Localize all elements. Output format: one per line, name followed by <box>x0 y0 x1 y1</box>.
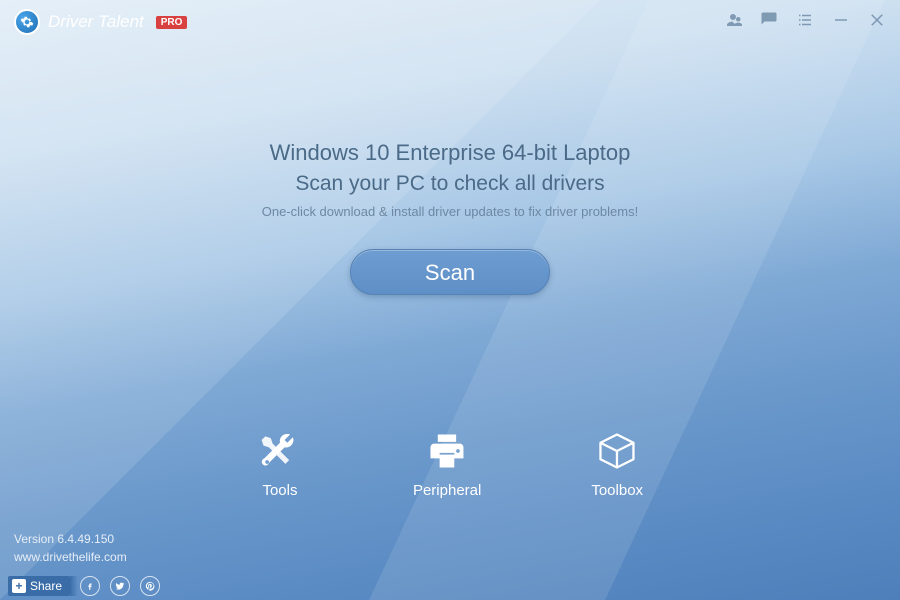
app-logo-group: Driver Talent PRO <box>14 9 187 35</box>
footer-info: Version 6.4.49.150 www.drivethelife.com <box>14 530 127 566</box>
nav-tools[interactable]: Tools <box>257 428 303 500</box>
close-icon[interactable] <box>868 11 886 34</box>
bottom-nav: Tools Peripheral Toolbox <box>257 428 643 500</box>
feedback-icon[interactable] <box>760 11 778 34</box>
share-label: Share <box>30 579 62 593</box>
window-controls <box>724 11 886 34</box>
titlebar: Driver Talent PRO <box>0 0 900 44</box>
pro-badge: PRO <box>156 16 188 29</box>
nav-tools-label: Tools <box>262 482 297 499</box>
printer-icon <box>424 428 470 474</box>
twitter-icon[interactable] <box>110 576 130 596</box>
tools-icon <box>257 428 303 474</box>
nav-peripheral-label: Peripheral <box>413 482 481 499</box>
facebook-icon[interactable] <box>80 576 100 596</box>
scan-message: Scan your PC to check all drivers <box>0 172 900 196</box>
box-icon <box>594 428 640 474</box>
nav-toolbox[interactable]: Toolbox <box>591 428 643 500</box>
minimize-icon[interactable] <box>832 11 850 34</box>
share-bar: + Share <box>0 572 160 600</box>
nav-peripheral[interactable]: Peripheral <box>413 428 481 500</box>
main-panel: Windows 10 Enterprise 64-bit Laptop Scan… <box>0 140 900 295</box>
nav-toolbox-label: Toolbox <box>591 482 643 499</box>
system-info: Windows 10 Enterprise 64-bit Laptop <box>0 140 900 166</box>
account-icon[interactable] <box>724 11 742 34</box>
pinterest-icon[interactable] <box>140 576 160 596</box>
menu-icon[interactable] <box>796 11 814 34</box>
website-link[interactable]: www.drivethelife.com <box>14 548 127 566</box>
version-text: Version 6.4.49.150 <box>14 530 127 548</box>
plus-icon: + <box>12 579 26 593</box>
subtext: One-click download & install driver upda… <box>0 204 900 219</box>
share-button[interactable]: + Share <box>8 576 70 596</box>
gear-icon <box>14 9 40 35</box>
app-title: Driver Talent <box>48 12 144 32</box>
scan-button[interactable]: Scan <box>350 249 550 295</box>
